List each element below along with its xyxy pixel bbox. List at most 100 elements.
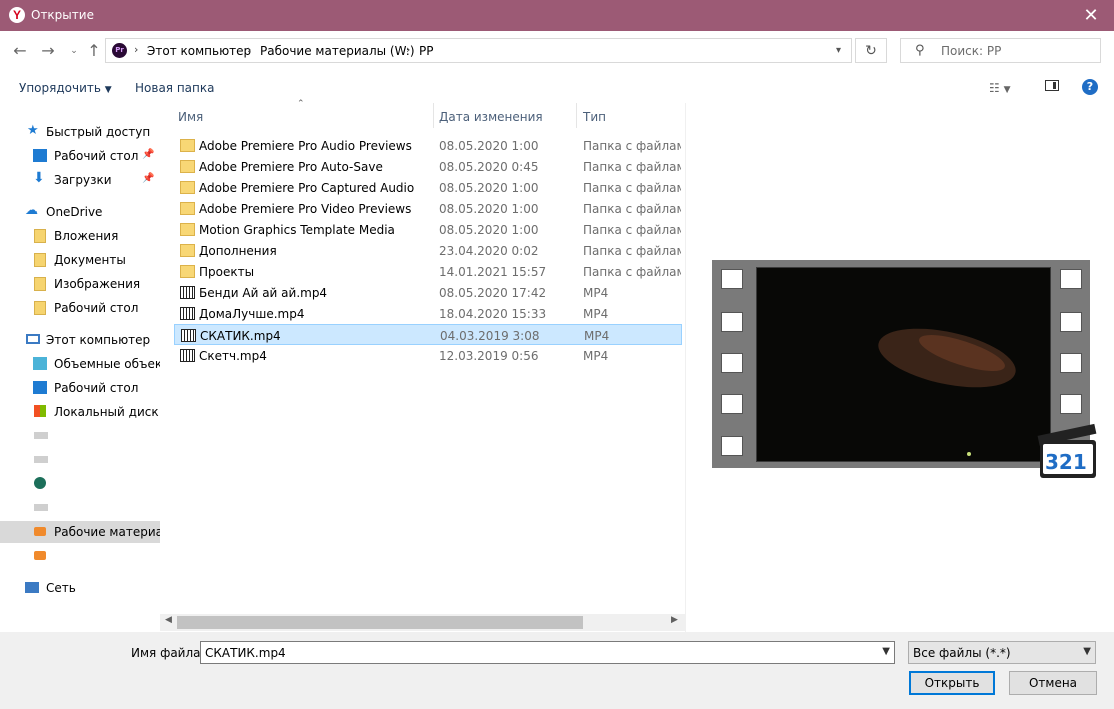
file-date: 08.05.2020 1:00 xyxy=(439,139,539,153)
new-folder-button[interactable]: Новая папка xyxy=(135,81,214,95)
nav-label: Документы xyxy=(54,253,126,267)
breadcrumb-separator-icon[interactable]: › xyxy=(247,43,251,56)
column-divider[interactable] xyxy=(433,103,434,128)
file-row[interactable]: Дополнения 23.04.2020 0:02 Папка с файлами xyxy=(174,240,682,261)
file-name: Скетч.mp4 xyxy=(199,349,267,363)
file-row[interactable]: Бенди Ай ай ай.mp4 08.05.2020 17:42 MP4 xyxy=(174,282,682,303)
nav-drive[interactable] xyxy=(0,497,160,519)
filetype-value: Все файлы (*.*) xyxy=(913,646,1011,660)
file-type: MP4 xyxy=(583,307,609,321)
breadcrumb-separator-icon[interactable]: › xyxy=(406,43,410,56)
nav-quick-access[interactable]: ★ Быстрый доступ xyxy=(0,121,160,143)
nav-onedrive[interactable]: ☁ OneDrive xyxy=(0,201,160,223)
nav-drive[interactable] xyxy=(0,473,160,495)
scroll-left-icon[interactable]: ◀ xyxy=(165,615,172,625)
scroll-right-icon[interactable]: ▶ xyxy=(671,615,678,625)
folder-icon xyxy=(34,229,46,243)
forward-arrow-icon[interactable]: → xyxy=(38,41,58,61)
nav-od-desktop[interactable]: Рабочий стол xyxy=(0,297,160,319)
filename-label: Имя файла: xyxy=(131,646,205,660)
file-name: Adobe Premiere Pro Captured Audio xyxy=(199,181,415,195)
chevron-down-icon[interactable]: ▼ xyxy=(1083,646,1091,657)
column-header-date[interactable]: Дата изменения xyxy=(439,110,543,124)
nav-label: Локальный диск (C xyxy=(54,405,160,419)
column-header-name[interactable]: Имя xyxy=(178,110,203,124)
nav-od-attachments[interactable]: Вложения xyxy=(0,225,160,247)
nav-label: Изображения xyxy=(54,277,141,291)
folder-icon xyxy=(180,265,195,278)
address-dropdown-icon[interactable]: ▾ xyxy=(826,38,852,63)
drive-icon xyxy=(34,456,48,463)
file-row[interactable]: Скетч.mp4 12.03.2019 0:56 MP4 xyxy=(174,345,682,366)
file-row[interactable]: Adobe Premiere Pro Auto-Save 08.05.2020 0… xyxy=(174,156,682,177)
search-input[interactable]: ⚲ Поиск: PP xyxy=(900,38,1101,63)
file-row[interactable]: Проекты 14.01.2021 15:57 Папка с файлами xyxy=(174,261,682,282)
preview-pane-icon[interactable] xyxy=(1045,80,1059,91)
recent-locations-chevron-icon[interactable]: ⌄ xyxy=(64,41,84,61)
drive-icon xyxy=(34,432,48,439)
mp4-file-icon xyxy=(181,329,196,342)
column-header-type[interactable]: Тип xyxy=(583,110,606,124)
breadcrumb-separator-icon[interactable]: › xyxy=(134,43,138,56)
file-row[interactable]: Adobe Premiere Pro Captured Audio 08.05.2… xyxy=(174,177,682,198)
address-bar[interactable]: Pr › Этот компьютер › Рабочие материалы … xyxy=(105,38,852,63)
yandex-icon: Y xyxy=(9,7,25,23)
folder-icon xyxy=(34,277,46,291)
folder-icon xyxy=(180,223,195,236)
film-hole xyxy=(721,269,743,289)
nav-quick-desktop[interactable]: Рабочий стол 📌 xyxy=(0,145,160,167)
video-thumbnail xyxy=(756,267,1051,462)
back-arrow-icon[interactable]: ← xyxy=(10,41,30,61)
logo-text: 321 xyxy=(1045,450,1087,474)
file-date: 08.05.2020 17:42 xyxy=(439,286,547,300)
filename-input[interactable]: СКАТИК.mp4 ▼ xyxy=(200,641,895,664)
file-name: Adobe Premiere Pro Video Previews xyxy=(199,202,412,216)
time-machine-drive-icon xyxy=(34,477,46,489)
file-date: 08.05.2020 0:45 xyxy=(439,160,539,174)
file-row[interactable]: ДомаЛучше.mp4 18.04.2020 15:33 MP4 xyxy=(174,303,682,324)
close-icon[interactable]: ✕ xyxy=(1068,0,1114,31)
nav-work-materials[interactable]: Рабочие материал xyxy=(0,521,160,543)
nav-3d-objects[interactable]: Объемные объекты xyxy=(0,353,160,375)
file-row[interactable]: Adobe Premiere Pro Audio Previews 08.05.2… xyxy=(174,135,682,156)
pin-icon: 📌 xyxy=(142,149,155,160)
filetype-select[interactable]: Все файлы (*.*) ▼ xyxy=(908,641,1096,664)
file-row[interactable]: Motion Graphics Template Media 08.05.2020… xyxy=(174,219,682,240)
nav-quick-downloads[interactable]: ⬇ Загрузки 📌 xyxy=(0,169,160,191)
file-date: 14.01.2021 15:57 xyxy=(439,265,547,279)
open-button[interactable]: Открыть xyxy=(909,671,995,695)
film-hole xyxy=(1060,269,1082,289)
chevron-down-icon[interactable]: ▼ xyxy=(882,646,890,657)
nav-drive[interactable] xyxy=(0,425,160,447)
file-row[interactable]: Adobe Premiere Pro Video Previews 08.05.2… xyxy=(174,198,682,219)
view-options-icon[interactable]: ☷ ▼ xyxy=(989,81,1011,95)
column-divider[interactable] xyxy=(576,103,577,128)
scrollbar-thumb[interactable] xyxy=(177,616,583,629)
nav-local-disk[interactable]: Локальный диск (C xyxy=(0,401,160,423)
help-icon[interactable]: ? xyxy=(1082,79,1098,95)
nav-label: Объемные объекты xyxy=(54,357,160,371)
nav-pc-desktop[interactable]: Рабочий стол xyxy=(0,377,160,399)
filename-value: СКАТИК.mp4 xyxy=(205,646,286,660)
breadcrumb-pp[interactable]: PP xyxy=(419,44,433,58)
download-arrow-icon: ⬇ xyxy=(33,170,45,186)
up-arrow-icon[interactable]: ↑ xyxy=(84,41,104,61)
nav-this-pc[interactable]: Этот компьютер xyxy=(0,329,160,351)
nav-drive[interactable] xyxy=(0,449,160,471)
nav-od-documents[interactable]: Документы xyxy=(0,249,160,271)
nav-drive[interactable] xyxy=(0,545,160,567)
nav-network[interactable]: Сеть xyxy=(0,577,160,599)
file-row[interactable]: СКАТИК.mp4 04.03.2019 3:08 MP4 xyxy=(174,324,682,345)
nav-od-images[interactable]: Изображения xyxy=(0,273,160,295)
cancel-button[interactable]: Отмена xyxy=(1009,671,1097,695)
file-type: Папка с файлами xyxy=(583,265,681,279)
file-date: 23.04.2020 0:02 xyxy=(439,244,539,258)
film-hole xyxy=(721,394,743,414)
file-date: 08.05.2020 1:00 xyxy=(439,223,539,237)
breadcrumb-this-pc[interactable]: Этот компьютер xyxy=(147,44,251,58)
organize-button[interactable]: Упорядочить ▼ xyxy=(19,81,112,95)
mp4-file-icon xyxy=(180,307,195,320)
breadcrumb-work-drive[interactable]: Рабочие материалы (W:) xyxy=(260,44,415,58)
computer-icon xyxy=(26,334,40,344)
refresh-icon[interactable]: ↻ xyxy=(855,38,887,63)
